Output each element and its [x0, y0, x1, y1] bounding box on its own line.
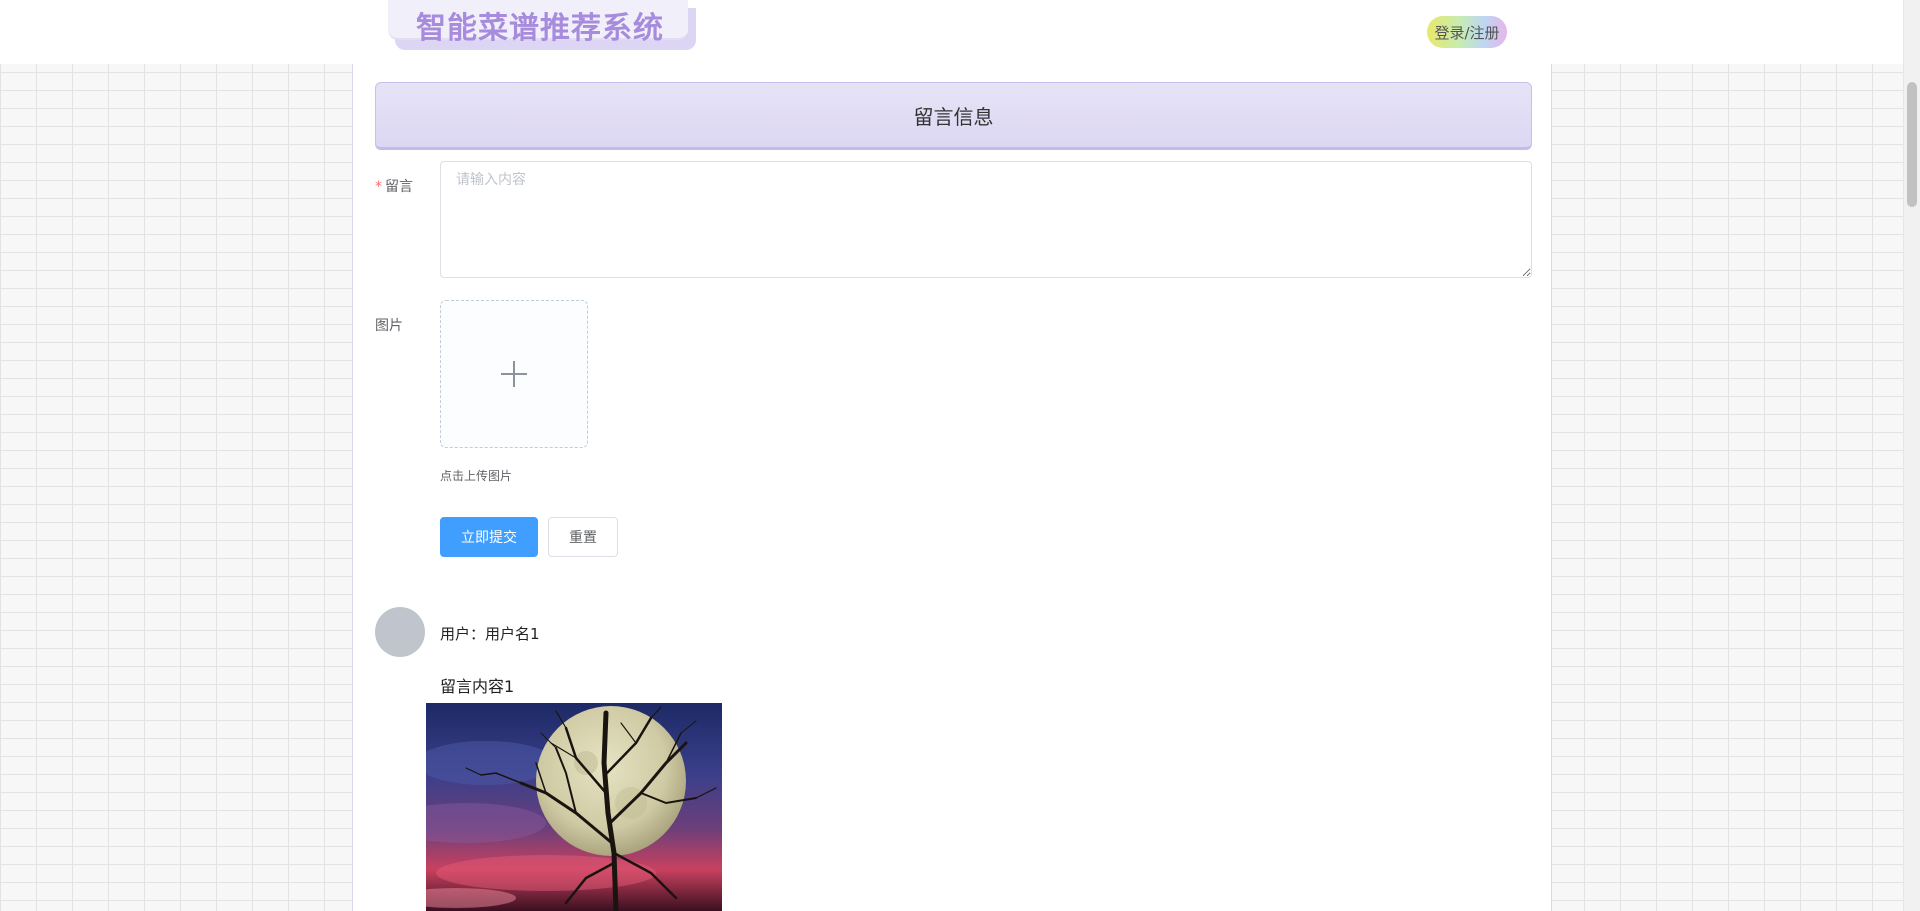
plus-icon: [501, 361, 527, 387]
site-logo[interactable]: 智能菜谱推荐系统: [388, 0, 696, 50]
page-scrollbar[interactable]: [1903, 0, 1920, 911]
comment-content: 留言内容1: [440, 677, 515, 696]
site-title: 智能菜谱推荐系统: [416, 11, 664, 46]
comment-user: 用户：用户名1: [440, 623, 540, 644]
top-navbar: 智能菜谱推荐系统 登录/注册: [0, 0, 1903, 64]
required-mark: *: [375, 179, 382, 195]
login-register-button[interactable]: 登录/注册: [1427, 16, 1507, 48]
image-uploader[interactable]: [440, 300, 588, 448]
comment-user-name: 用户名1: [485, 625, 540, 643]
comment-image[interactable]: [426, 703, 722, 911]
image-label: 图片: [375, 318, 403, 334]
section-banner: 留言信息: [375, 82, 1532, 150]
scrollbar-thumb[interactable]: [1907, 82, 1917, 207]
reset-button[interactable]: 重置: [548, 517, 618, 557]
message-textarea[interactable]: [440, 161, 1532, 278]
avatar: [375, 607, 425, 657]
section-title: 留言信息: [913, 104, 994, 129]
comment-user-prefix: 用户：: [440, 625, 486, 643]
logo-plate: 智能菜谱推荐系统: [388, 0, 688, 46]
moon-tree-image: [426, 703, 722, 911]
upload-tip: 点击上传图片: [440, 469, 513, 483]
message-label-text: 留言: [385, 179, 413, 195]
message-label: * 留言: [375, 176, 413, 196]
main-content-panel: 留言信息 *留言 图片 点击上传图片 立即提交 重置 用户：用户名1 留言内容1: [352, 64, 1552, 911]
submit-button[interactable]: 立即提交: [440, 517, 538, 557]
